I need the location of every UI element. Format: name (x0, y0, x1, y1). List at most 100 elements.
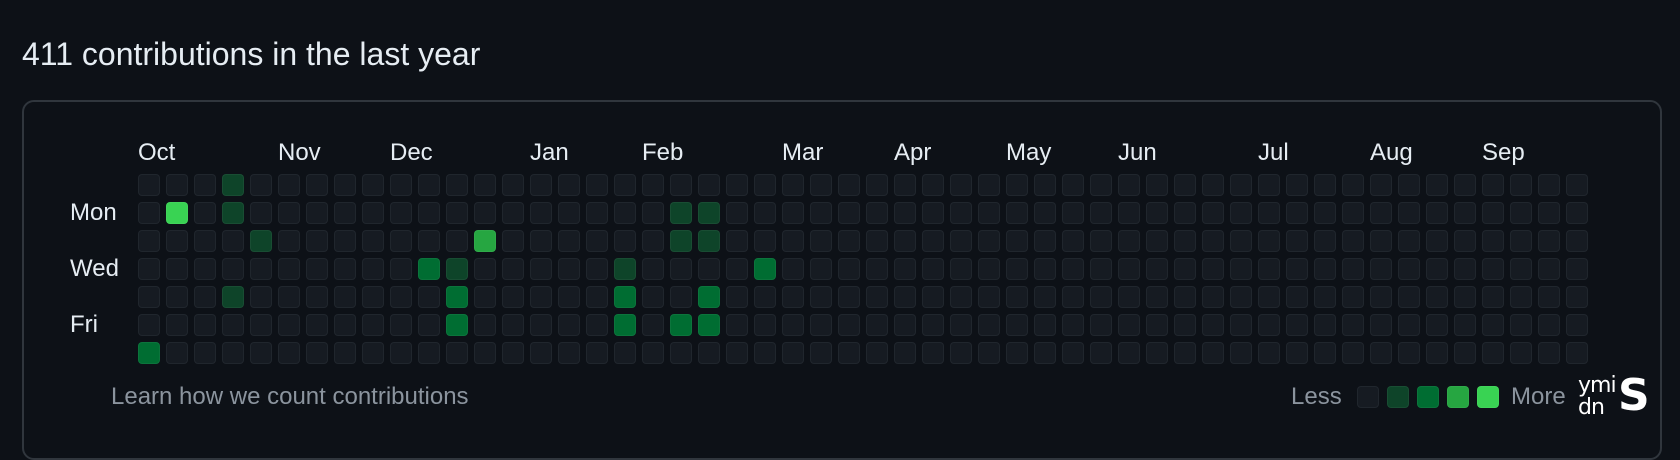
contribution-day-cell[interactable] (754, 314, 776, 336)
contribution-day-cell[interactable] (166, 202, 188, 224)
contribution-day-cell[interactable] (446, 258, 468, 280)
contribution-day-cell[interactable] (1426, 342, 1448, 364)
contribution-day-cell[interactable] (866, 174, 888, 196)
contribution-day-cell[interactable] (502, 342, 524, 364)
contribution-day-cell[interactable] (138, 342, 160, 364)
contribution-day-cell[interactable] (838, 286, 860, 308)
contribution-day-cell[interactable] (782, 258, 804, 280)
contribution-day-cell[interactable] (1034, 230, 1056, 252)
contribution-day-cell[interactable] (334, 230, 356, 252)
contribution-day-cell[interactable] (1398, 286, 1420, 308)
contribution-day-cell[interactable] (1314, 258, 1336, 280)
contribution-day-cell[interactable] (698, 314, 720, 336)
contribution-day-cell[interactable] (1230, 314, 1252, 336)
contribution-day-cell[interactable] (1146, 342, 1168, 364)
contribution-day-cell[interactable] (1454, 314, 1476, 336)
contribution-day-cell[interactable] (446, 230, 468, 252)
contribution-day-cell[interactable] (1342, 258, 1364, 280)
contribution-day-cell[interactable] (334, 286, 356, 308)
contribution-day-cell[interactable] (1286, 174, 1308, 196)
contribution-day-cell[interactable] (586, 258, 608, 280)
contribution-day-cell[interactable] (250, 342, 272, 364)
contribution-day-cell[interactable] (670, 286, 692, 308)
contribution-day-cell[interactable] (1286, 314, 1308, 336)
contribution-day-cell[interactable] (698, 230, 720, 252)
contribution-day-cell[interactable] (1146, 202, 1168, 224)
contribution-day-cell[interactable] (1286, 258, 1308, 280)
contribution-day-cell[interactable] (1202, 286, 1224, 308)
contribution-day-cell[interactable] (138, 202, 160, 224)
contribution-day-cell[interactable] (1006, 314, 1028, 336)
contribution-day-cell[interactable] (1510, 342, 1532, 364)
contribution-day-cell[interactable] (754, 342, 776, 364)
contribution-day-cell[interactable] (642, 230, 664, 252)
contribution-day-cell[interactable] (1006, 174, 1028, 196)
contribution-day-cell[interactable] (1510, 314, 1532, 336)
contribution-day-cell[interactable] (1426, 314, 1448, 336)
contribution-day-cell[interactable] (194, 258, 216, 280)
contribution-day-cell[interactable] (390, 258, 412, 280)
contribution-day-cell[interactable] (866, 286, 888, 308)
contribution-day-cell[interactable] (1118, 314, 1140, 336)
contribution-day-cell[interactable] (1174, 286, 1196, 308)
contribution-day-cell[interactable] (222, 174, 244, 196)
contribution-day-cell[interactable] (1426, 202, 1448, 224)
contribution-day-cell[interactable] (418, 314, 440, 336)
contribution-day-cell[interactable] (642, 314, 664, 336)
contribution-day-cell[interactable] (474, 314, 496, 336)
contribution-day-cell[interactable] (1342, 202, 1364, 224)
contribution-day-cell[interactable] (586, 230, 608, 252)
contribution-day-cell[interactable] (838, 202, 860, 224)
contribution-day-cell[interactable] (866, 230, 888, 252)
contribution-day-cell[interactable] (1062, 174, 1084, 196)
contribution-day-cell[interactable] (558, 174, 580, 196)
contribution-day-cell[interactable] (922, 258, 944, 280)
contribution-day-cell[interactable] (250, 174, 272, 196)
contribution-day-cell[interactable] (138, 286, 160, 308)
contribution-day-cell[interactable] (418, 342, 440, 364)
contribution-day-cell[interactable] (418, 174, 440, 196)
contribution-day-cell[interactable] (1118, 174, 1140, 196)
contribution-day-cell[interactable] (474, 342, 496, 364)
contribution-day-cell[interactable] (1146, 230, 1168, 252)
contribution-day-cell[interactable] (838, 174, 860, 196)
contribution-day-cell[interactable] (558, 314, 580, 336)
contribution-day-cell[interactable] (1314, 286, 1336, 308)
contribution-day-cell[interactable] (698, 286, 720, 308)
contribution-day-cell[interactable] (894, 342, 916, 364)
contribution-day-cell[interactable] (922, 174, 944, 196)
contribution-day-cell[interactable] (1258, 314, 1280, 336)
contribution-day-cell[interactable] (1118, 230, 1140, 252)
contribution-day-cell[interactable] (1342, 286, 1364, 308)
contribution-day-cell[interactable] (1566, 342, 1588, 364)
contribution-day-cell[interactable] (1566, 286, 1588, 308)
contribution-day-cell[interactable] (1006, 258, 1028, 280)
contribution-day-cell[interactable] (362, 342, 384, 364)
contribution-day-cell[interactable] (670, 174, 692, 196)
contribution-day-cell[interactable] (1314, 202, 1336, 224)
contribution-day-cell[interactable] (138, 314, 160, 336)
contribution-day-cell[interactable] (1006, 286, 1028, 308)
contribution-day-cell[interactable] (670, 314, 692, 336)
contribution-day-cell[interactable] (978, 342, 1000, 364)
contribution-day-cell[interactable] (978, 202, 1000, 224)
contribution-day-cell[interactable] (922, 202, 944, 224)
contribution-day-cell[interactable] (474, 230, 496, 252)
contribution-day-cell[interactable] (1286, 202, 1308, 224)
contribution-day-cell[interactable] (838, 258, 860, 280)
contribution-day-cell[interactable] (866, 202, 888, 224)
contribution-day-cell[interactable] (1510, 258, 1532, 280)
contribution-day-cell[interactable] (1454, 202, 1476, 224)
contribution-day-cell[interactable] (166, 230, 188, 252)
contribution-day-cell[interactable] (1062, 314, 1084, 336)
contribution-day-cell[interactable] (726, 258, 748, 280)
contribution-day-cell[interactable] (194, 230, 216, 252)
contribution-day-cell[interactable] (670, 230, 692, 252)
contribution-day-cell[interactable] (1230, 258, 1252, 280)
contribution-day-cell[interactable] (866, 258, 888, 280)
contribution-day-cell[interactable] (362, 314, 384, 336)
contribution-day-cell[interactable] (558, 342, 580, 364)
contribution-day-cell[interactable] (1398, 258, 1420, 280)
contribution-day-cell[interactable] (810, 342, 832, 364)
contribution-day-cell[interactable] (1258, 174, 1280, 196)
